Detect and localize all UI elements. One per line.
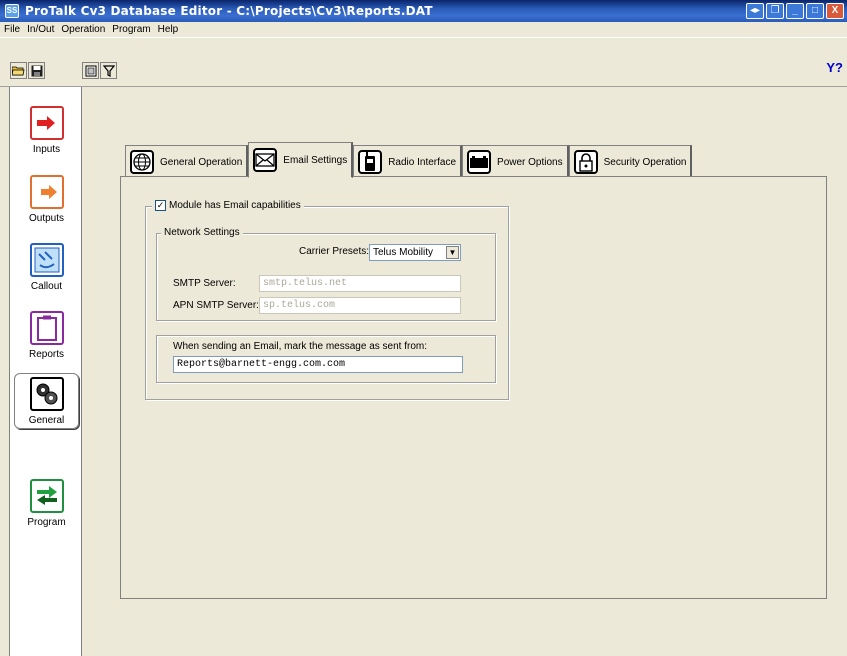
save-disk-icon[interactable]	[28, 62, 45, 79]
carrier-presets-select[interactable]: Telus Mobility ▼	[369, 244, 461, 261]
title-bar: SS ProTalk Cv3 Database Editor - C:\Proj…	[0, 0, 847, 22]
tab-label: Security Operation	[603, 156, 687, 168]
checkbox-checked[interactable]: ✓	[155, 200, 166, 211]
sidebar-item-program[interactable]: Program	[14, 475, 79, 535]
globe-icon	[130, 150, 154, 174]
menu-program[interactable]: Program	[112, 24, 150, 35]
tab-general-operation[interactable]: General Operation	[125, 145, 249, 178]
minimize-button[interactable]: _	[786, 3, 804, 19]
sidebar-item-label: General	[28, 415, 65, 426]
tab-label: Power Options	[497, 156, 563, 168]
window-title: ProTalk Cv3 Database Editor - C:\Project…	[25, 4, 433, 18]
menu-operation[interactable]: Operation	[61, 24, 105, 35]
radio-icon	[358, 150, 383, 174]
tab-radio-interface[interactable]: Radio Interface	[353, 145, 463, 178]
reports-icon	[29, 311, 64, 345]
menu-help[interactable]: Help	[158, 24, 179, 35]
view-icon[interactable]	[82, 62, 99, 79]
email-settings-panel: ✓ Module has Email capabilities Network S…	[120, 176, 827, 599]
sidebar-item-inputs[interactable]: Inputs	[14, 102, 79, 162]
smtp-server-field[interactable]: smtp.telus.net	[259, 275, 461, 292]
sidebar-item-general[interactable]: General	[14, 373, 79, 429]
open-folder-icon[interactable]	[10, 62, 27, 79]
menu-in-out[interactable]: In/Out	[27, 24, 54, 35]
smtp-server-label: SMTP Server:	[173, 278, 236, 289]
sent-from-group: When sending an Email, mark the message …	[156, 335, 496, 383]
sidebar-item-reports[interactable]: Reports	[14, 307, 79, 367]
sidebar-item-outputs[interactable]: Outputs	[14, 171, 79, 231]
network-settings-group: Network Settings Carrier Presets: Telus …	[156, 227, 496, 321]
apn-smtp-server-label: APN SMTP Server:	[173, 300, 259, 311]
sent-from-field[interactable]: Reports@barnett-engg.com.com	[173, 356, 463, 373]
sidebar: Inputs Outputs Callout Reports General P…	[9, 87, 82, 656]
sidebar-item-callout[interactable]: Callout	[14, 239, 79, 299]
app-icon: SS	[5, 4, 19, 18]
tab-label: Email Settings	[283, 154, 348, 166]
sent-from-label: When sending an Email, mark the message …	[173, 341, 428, 352]
maximize-button[interactable]: □	[806, 3, 824, 19]
lock-icon	[573, 150, 598, 174]
sidebar-item-label: Reports	[28, 349, 64, 360]
restore-size-button[interactable]: ◂▸	[746, 3, 764, 19]
sidebar-item-label: Program	[27, 517, 66, 528]
close-button[interactable]: X	[826, 3, 844, 19]
toolbar: Y?	[0, 37, 847, 87]
module-email-checkbox[interactable]: ✓ Module has Email capabilities	[152, 200, 304, 212]
email-module-group: ✓ Module has Email capabilities Network S…	[145, 200, 509, 400]
tab-label: Radio Interface	[388, 156, 457, 168]
carrier-presets-value: Telus Mobility	[373, 247, 434, 258]
tab-label: General Operation	[160, 156, 243, 168]
tab-email-settings[interactable]: Email Settings	[248, 142, 354, 178]
gears-icon	[29, 377, 64, 411]
callout-icon	[29, 243, 64, 277]
network-settings-title: Network Settings	[161, 227, 243, 238]
chevron-down-icon[interactable]: ▼	[446, 246, 459, 259]
tile-button[interactable]: ❐	[766, 3, 784, 19]
inputs-icon	[29, 106, 64, 140]
sidebar-item-label: Callout	[30, 281, 63, 292]
program-icon	[29, 479, 64, 513]
module-email-label: Module has Email capabilities	[169, 200, 301, 212]
tab-power-options[interactable]: Power Options	[462, 145, 569, 178]
outputs-icon	[29, 175, 64, 209]
sidebar-item-label: Inputs	[32, 144, 61, 155]
window-controls: ◂▸ ❐ _ □ X	[746, 3, 844, 19]
tab-security-operation[interactable]: Security Operation	[568, 145, 693, 178]
filter-help-icon[interactable]: Y?	[826, 60, 843, 75]
carrier-presets-label: Carrier Presets:	[299, 246, 370, 257]
apn-smtp-server-field[interactable]: sp.telus.com	[259, 297, 461, 314]
envelope-icon	[253, 148, 278, 172]
sidebar-item-label: Outputs	[28, 213, 65, 224]
filter-icon[interactable]	[100, 62, 117, 79]
tab-strip: General Operation Email Settings Radio I…	[125, 142, 693, 178]
menu-file[interactable]: File	[4, 24, 20, 35]
battery-icon	[467, 150, 492, 174]
main-area: General Operation Email Settings Radio I…	[83, 87, 847, 656]
menu-bar: File In/Out Operation Program Help	[0, 22, 847, 37]
